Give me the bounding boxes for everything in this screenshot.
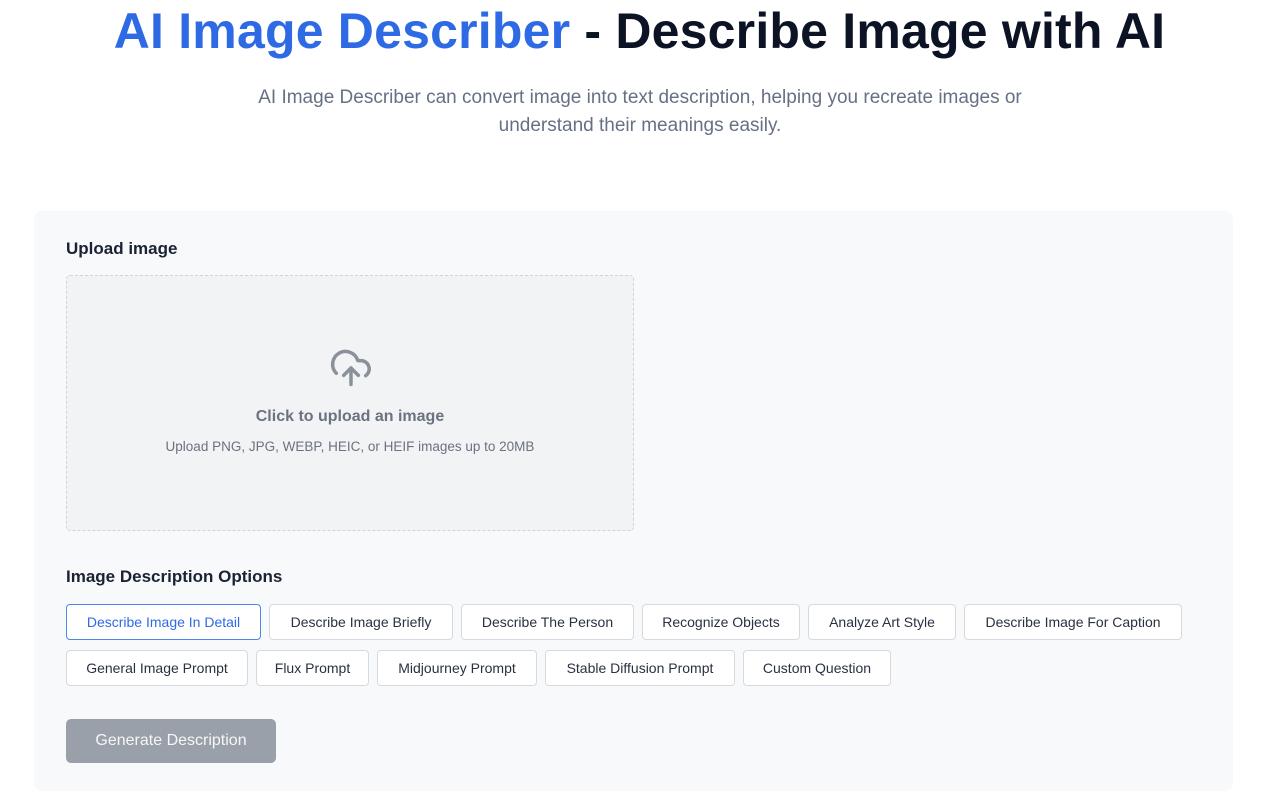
page-title-rest: - Describe Image with AI bbox=[570, 3, 1166, 59]
option-custom-question[interactable]: Custom Question bbox=[743, 650, 891, 686]
options-label: Image Description Options bbox=[66, 567, 283, 586]
option-flux-prompt[interactable]: Flux Prompt bbox=[256, 650, 369, 686]
option-midjourney-prompt[interactable]: Midjourney Prompt bbox=[377, 650, 537, 686]
page-title-accent: AI Image Describer bbox=[113, 3, 571, 59]
option-general-prompt[interactable]: General Image Prompt bbox=[66, 650, 248, 686]
cloud-upload-icon bbox=[330, 349, 371, 387]
option-stable-diffusion-prompt[interactable]: Stable Diffusion Prompt bbox=[545, 650, 735, 686]
option-recognize-objects[interactable]: Recognize Objects bbox=[642, 604, 800, 640]
option-describe-in-detail[interactable]: Describe Image In Detail bbox=[66, 604, 261, 640]
page-title: AI Image Describer - Describe Image with… bbox=[0, 2, 1279, 60]
option-analyze-art-style[interactable]: Analyze Art Style bbox=[808, 604, 956, 640]
option-describe-person[interactable]: Describe The Person bbox=[461, 604, 634, 640]
option-describe-for-caption[interactable]: Describe Image For Caption bbox=[964, 604, 1182, 640]
option-describe-briefly[interactable]: Describe Image Briefly bbox=[269, 604, 453, 640]
upload-label: Upload image bbox=[66, 239, 178, 258]
upload-title: Click to upload an image bbox=[255, 408, 445, 425]
describer-panel: Upload image Click to upload an image Up… bbox=[34, 211, 1233, 791]
page-subtitle: AI Image Describer can convert image int… bbox=[258, 87, 1022, 136]
upload-dropzone[interactable]: Click to upload an image Upload PNG, JPG… bbox=[66, 275, 634, 531]
upload-hint: Upload PNG, JPG, WEBP, HEIC, or HEIF ima… bbox=[165, 439, 535, 454]
generate-description-button[interactable]: Generate Description bbox=[66, 719, 276, 763]
